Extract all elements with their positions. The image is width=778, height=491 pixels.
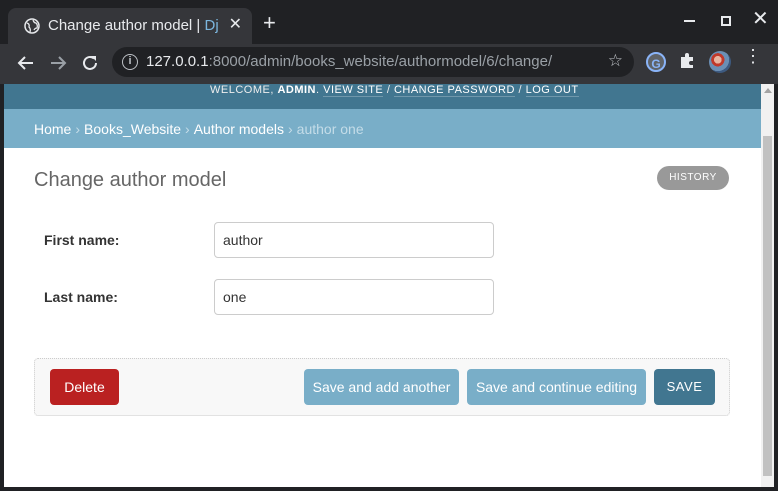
change-password-link[interactable]: Change password — [393, 84, 515, 97]
save-button[interactable]: Save — [654, 369, 715, 405]
submit-row: Delete Save and add another Save and con… — [34, 358, 730, 416]
back-icon[interactable] — [15, 52, 37, 74]
page-title: Change author model — [34, 169, 227, 191]
admin-header: Welcome, admin. View site / Change passw… — [4, 84, 761, 109]
page-scrollbar[interactable] — [761, 84, 774, 487]
scroll-thumb[interactable] — [763, 136, 772, 476]
save-and-add-another-button[interactable]: Save and add another — [304, 369, 459, 405]
profile-avatar[interactable] — [709, 51, 731, 73]
breadcrumb-model[interactable]: Author models — [194, 121, 284, 137]
log-out-link[interactable]: Log out — [525, 84, 579, 97]
page-viewport: Welcome, admin. View site / Change passw… — [4, 84, 761, 487]
history-button[interactable]: History — [657, 166, 729, 190]
forward-icon[interactable] — [47, 52, 69, 74]
user-tools: Welcome, admin. View site / Change passw… — [210, 84, 579, 97]
breadcrumb-home[interactable]: Home — [34, 121, 71, 137]
last-name-input[interactable] — [214, 279, 494, 315]
last-name-label: Last name: — [44, 289, 118, 305]
puzzle-icon[interactable] — [678, 52, 696, 70]
minimize-icon[interactable] — [684, 20, 695, 22]
globe-icon — [24, 18, 40, 34]
browser-tab-bar: Change author model | Dj ✕ + ✕ — [0, 0, 778, 44]
url-text[interactable]: 127.0.0.1:8000/admin/books_website/autho… — [146, 53, 552, 70]
new-tab-button[interactable]: + — [263, 12, 276, 34]
menu-icon[interactable]: ⋮ — [744, 47, 762, 65]
window-border — [0, 487, 778, 491]
view-site-link[interactable]: View site — [323, 84, 384, 97]
close-tab-icon[interactable]: ✕ — [229, 17, 242, 33]
window-border — [774, 84, 778, 491]
first-name-row: First name: — [44, 222, 504, 258]
star-icon[interactable]: ☆ — [608, 51, 623, 71]
breadcrumb-app[interactable]: Books_Website — [84, 121, 181, 137]
first-name-input[interactable] — [214, 222, 494, 258]
breadcrumb: Home › Books_Website › Author models › author … — [4, 109, 761, 148]
browser-toolbar: i 127.0.0.1:8000/admin/books_website/aut… — [0, 44, 778, 84]
breadcrumb-current: author one — [296, 121, 364, 137]
first-name-label: First name: — [44, 232, 120, 248]
scroll-up-icon[interactable] — [764, 88, 772, 93]
delete-button[interactable]: Delete — [50, 369, 119, 405]
window-close-icon[interactable]: ✕ — [752, 9, 769, 29]
window-border — [0, 84, 4, 491]
reload-icon[interactable] — [79, 52, 101, 74]
browser-tab[interactable]: Change author model | Dj ✕ — [8, 8, 252, 44]
address-bar[interactable]: i 127.0.0.1:8000/admin/books_website/aut… — [112, 47, 634, 77]
save-and-continue-button[interactable]: Save and continue editing — [467, 369, 646, 405]
welcome-text: Welcome, — [210, 84, 278, 96]
maximize-icon[interactable] — [721, 16, 731, 26]
username: admin — [277, 84, 317, 96]
info-icon[interactable]: i — [122, 54, 138, 70]
last-name-row: Last name: — [44, 279, 504, 315]
grammarly-extension-icon[interactable]: G — [646, 52, 666, 72]
tab-title: Change author model | Dj — [48, 17, 219, 34]
